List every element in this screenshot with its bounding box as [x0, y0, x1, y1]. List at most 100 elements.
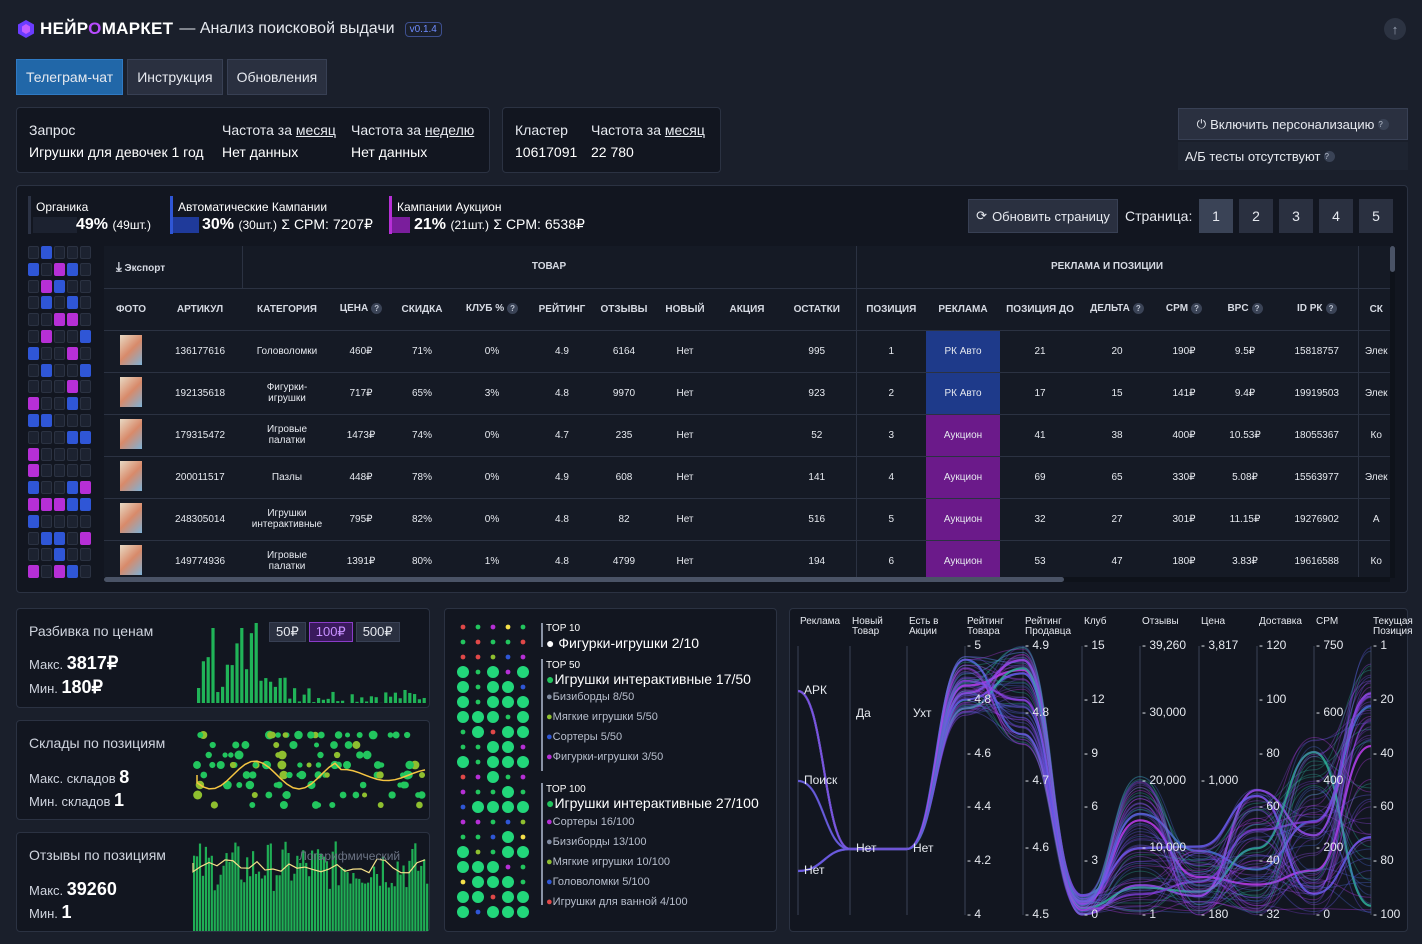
tab-telegram[interactable]: Телеграм-чат	[16, 59, 124, 95]
minimap-cell[interactable]	[80, 330, 91, 343]
tab-updates[interactable]: Обновления	[226, 59, 328, 95]
cell-sku[interactable]: 192135618	[158, 372, 242, 415]
minimap-cell[interactable]	[67, 464, 78, 478]
minimap-cell[interactable]	[67, 246, 78, 259]
minimap-cell[interactable]	[28, 330, 39, 343]
minimap-cell[interactable]	[80, 464, 91, 478]
minimap-cell[interactable]	[67, 414, 78, 427]
cell-photo[interactable]	[104, 414, 158, 457]
table-row[interactable]: 179315472 Игровые палатки 1473₽ 74% 0% 4.7 235…	[104, 414, 1390, 457]
minimap-cell[interactable]	[80, 481, 91, 495]
col-header-4[interactable]: СКИДКА	[390, 288, 454, 331]
col-header-6[interactable]: РЕЙТИНГ	[530, 288, 594, 331]
minimap-cell[interactable]	[41, 514, 52, 528]
col-header-13[interactable]: ПОЗИЦИЯ ДО	[1000, 288, 1080, 331]
col-header-7[interactable]: ОТЗЫВЫ	[594, 288, 654, 331]
minimap-cell[interactable]	[67, 346, 78, 360]
page-1-button[interactable]: 1	[1199, 199, 1233, 233]
help-icon[interactable]: ?	[1378, 118, 1390, 130]
col-header-0[interactable]: ФОТО	[104, 288, 158, 331]
minimap-cell[interactable]	[80, 531, 91, 545]
minimap-cell[interactable]	[28, 447, 39, 461]
cell-sku[interactable]: 149774936	[158, 540, 242, 578]
col-header-16[interactable]: BPC?	[1214, 288, 1276, 331]
minimap-cell[interactable]	[41, 246, 52, 259]
col-header-11[interactable]: ПОЗИЦИЯ	[856, 288, 926, 331]
minimap-cell[interactable]	[67, 565, 78, 579]
product-image[interactable]	[120, 544, 142, 575]
table-row[interactable]: 136177616 Головоломки 460₽ 71% 0% 4.9 6164 Нет 9…	[104, 330, 1390, 373]
minimap-cell[interactable]	[67, 531, 78, 545]
minimap-cell[interactable]	[54, 262, 65, 276]
minimap-cell[interactable]	[67, 313, 78, 327]
page-2-button[interactable]: 2	[1239, 199, 1273, 233]
minimap-cell[interactable]	[54, 548, 65, 562]
minimap-cell[interactable]	[54, 430, 65, 444]
cell-sku[interactable]: 179315472	[158, 414, 242, 457]
minimap-cell[interactable]	[67, 481, 78, 495]
minimap-cell[interactable]	[80, 430, 91, 444]
minimap-cell[interactable]	[54, 380, 65, 394]
product-image[interactable]	[120, 418, 142, 449]
tab-instructions[interactable]: Инструкция	[127, 59, 223, 95]
minimap-cell[interactable]	[41, 296, 52, 310]
col-header-12[interactable]: РЕКЛАМА	[926, 288, 1000, 331]
minimap-cell[interactable]	[80, 296, 91, 310]
cell-photo[interactable]	[104, 456, 158, 499]
minimap-cell[interactable]	[54, 464, 65, 478]
product-image[interactable]	[120, 334, 142, 365]
minimap-cell[interactable]	[28, 363, 39, 377]
minimap-cell[interactable]	[28, 397, 39, 411]
cell-sku[interactable]: 200011517	[158, 456, 242, 499]
table-vscrollbar[interactable]	[1390, 246, 1395, 578]
table-row[interactable]: 200011517 Пазлы 448₽ 78% 0% 4.9 608 Нет 141 4 Аукц…	[104, 456, 1390, 499]
minimap-cell[interactable]	[54, 330, 65, 343]
minimap-cell[interactable]	[28, 565, 39, 579]
minimap-cell[interactable]	[54, 397, 65, 411]
minimap-cell[interactable]	[28, 498, 39, 511]
minimap-cell[interactable]	[28, 246, 39, 259]
minimap-cell[interactable]	[41, 346, 52, 360]
minimap-cell[interactable]	[67, 498, 78, 511]
help-icon[interactable]: ?	[1251, 303, 1263, 315]
minimap-cell[interactable]	[80, 414, 91, 427]
minimap-cell[interactable]	[80, 565, 91, 579]
minimap-cell[interactable]	[80, 380, 91, 394]
minimap-cell[interactable]	[28, 414, 39, 427]
refresh-button[interactable]: ⟳ Обновить страницу	[968, 199, 1118, 233]
minimap-cell[interactable]	[28, 548, 39, 562]
table-row[interactable]: 149774936 Игровые палатки 1391₽ 80% 1% 4.8 479…	[104, 540, 1390, 578]
col-header-14[interactable]: ДЕЛЬТА?	[1080, 288, 1154, 331]
parallel-coords-chart[interactable]	[790, 609, 1407, 931]
cluster-freq-label[interactable]: Частота за месяц	[591, 122, 705, 138]
minimap-cell[interactable]	[54, 481, 65, 495]
minimap-cell[interactable]	[28, 380, 39, 394]
minimap-cell[interactable]	[41, 481, 52, 495]
minimap-cell[interactable]	[54, 565, 65, 579]
minimap-cell[interactable]	[67, 279, 78, 293]
cell-photo[interactable]	[104, 330, 158, 373]
minimap-cell[interactable]	[41, 414, 52, 427]
minimap-cell[interactable]	[41, 464, 52, 478]
col-header-3[interactable]: ЦЕНА?	[332, 288, 390, 331]
help-icon[interactable]: ?	[1132, 303, 1144, 315]
minimap-cell[interactable]	[80, 363, 91, 377]
minimap-cell[interactable]	[67, 430, 78, 444]
minimap-cell[interactable]	[80, 346, 91, 360]
minimap-cell[interactable]	[67, 447, 78, 461]
col-header-17[interactable]: ID РК?	[1276, 288, 1359, 331]
col-header-5[interactable]: КЛУБ %?	[454, 288, 530, 331]
product-image[interactable]	[120, 460, 142, 491]
position-minimap[interactable]	[28, 246, 94, 582]
cell-photo[interactable]	[104, 540, 158, 578]
minimap-cell[interactable]	[41, 498, 52, 511]
scroll-top-button[interactable]: ↑	[1384, 18, 1406, 40]
cell-photo[interactable]	[104, 498, 158, 541]
cell-sku[interactable]: 248305014	[158, 498, 242, 541]
minimap-cell[interactable]	[41, 548, 52, 562]
minimap-cell[interactable]	[67, 330, 78, 343]
freq-week-label[interactable]: Частота за неделю	[351, 122, 474, 138]
minimap-cell[interactable]	[80, 498, 91, 511]
help-icon[interactable]: ?	[1325, 303, 1337, 315]
minimap-cell[interactable]	[80, 548, 91, 562]
